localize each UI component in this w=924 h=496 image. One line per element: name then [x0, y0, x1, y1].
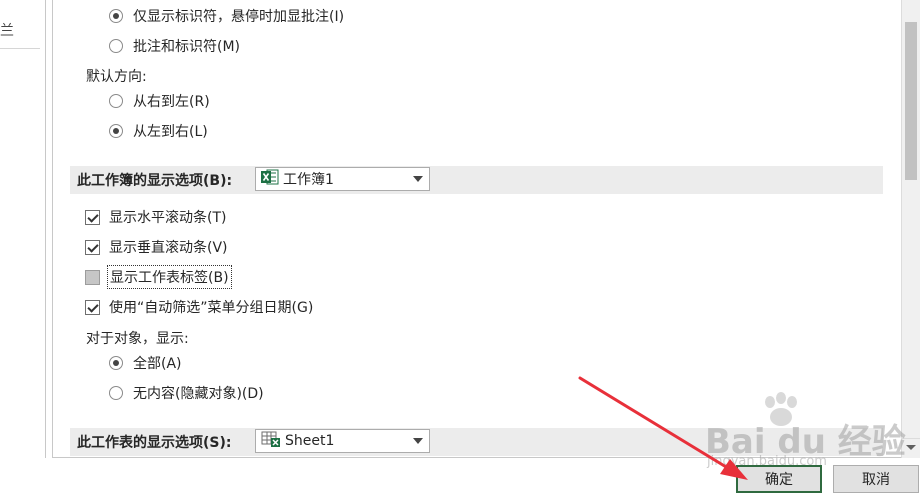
radio-indicator-only[interactable]: 仅显示标识符，悬停时加显批注(I)	[109, 5, 344, 27]
panel-scrollbar[interactable]	[901, 0, 920, 458]
radio-left-to-right-control[interactable]	[109, 124, 123, 138]
radio-objects-none[interactable]: 无内容(隐藏对象)(D)	[109, 382, 264, 404]
nav-divider	[0, 48, 40, 49]
radio-objects-all[interactable]: 全部(A)	[109, 352, 182, 374]
checkbox-sheet-tabs[interactable]: 显示工作表标签(B)	[85, 265, 232, 289]
checkbox-autofilter-group-dates-control[interactable]	[85, 299, 100, 315]
checkbox-horizontal-scrollbar[interactable]: 显示水平滚动条(T)	[85, 206, 226, 228]
radio-left-to-right[interactable]: 从左到右(L)	[109, 120, 208, 142]
radio-indicator-only-control[interactable]	[109, 9, 123, 23]
radio-indicator-only-label: 仅显示标识符，悬停时加显批注(I)	[133, 9, 345, 25]
worksheet-select[interactable]: Sheet1	[255, 429, 430, 453]
nav-item-fragment[interactable]: 兰	[0, 20, 14, 40]
radio-right-to-left-label: 从右到左(R)	[133, 94, 210, 110]
radio-comments-and-indicators[interactable]: 批注和标识符(M)	[109, 35, 240, 57]
chevron-down-icon[interactable]	[413, 176, 423, 182]
excel-sheet-icon	[261, 431, 281, 451]
left-navigation-panel: 兰	[0, 0, 46, 458]
worksheet-display-section-title: 此工作表的显示选项(S):	[77, 435, 232, 451]
chevron-down-icon[interactable]	[413, 438, 423, 444]
checkbox-sheet-tabs-label: 显示工作表标签(B)	[107, 265, 232, 289]
checkbox-autofilter-group-dates-label: 使用“自动筛选”菜单分组日期(G)	[109, 300, 314, 316]
workbook-display-section-title: 此工作簿的显示选项(B):	[77, 173, 233, 189]
radio-left-to-right-label: 从左到右(L)	[133, 124, 208, 140]
direction-heading: 默认方向:	[86, 69, 147, 85]
checkbox-horizontal-scrollbar-control[interactable]	[85, 209, 100, 225]
checkbox-vertical-scrollbar-label: 显示垂直滚动条(V)	[109, 240, 228, 256]
checkbox-autofilter-group-dates[interactable]: 使用“自动筛选”菜单分组日期(G)	[85, 296, 313, 318]
checkbox-horizontal-scrollbar-label: 显示水平滚动条(T)	[109, 210, 227, 226]
baidu-watermark: Bai du 经验 jingyan.baidu.com	[705, 392, 906, 480]
workbook-select-value: 工作簿1	[283, 172, 334, 188]
radio-comments-and-indicators-control[interactable]	[109, 39, 123, 53]
watermark-url: jingyan.baidu.com	[707, 454, 827, 469]
radio-right-to-left-control[interactable]	[109, 94, 123, 108]
workbook-select[interactable]: 工作簿1	[255, 167, 430, 191]
radio-objects-all-label: 全部(A)	[133, 356, 182, 372]
scrollbar-thumb[interactable]	[905, 22, 917, 180]
radio-comments-and-indicators-label: 批注和标识符(M)	[133, 39, 241, 55]
excel-workbook-icon	[261, 169, 279, 189]
radio-objects-all-control[interactable]	[109, 356, 123, 370]
radio-objects-none-control[interactable]	[109, 386, 123, 400]
workbook-display-section-header: 此工作簿的显示选项(B):	[70, 166, 883, 194]
worksheet-select-value: Sheet1	[285, 433, 335, 449]
radio-right-to-left[interactable]: 从右到左(R)	[109, 90, 210, 112]
checkbox-sheet-tabs-control[interactable]	[85, 269, 100, 285]
checkbox-vertical-scrollbar-control[interactable]	[85, 239, 100, 255]
objects-heading: 对于对象，显示:	[86, 331, 189, 347]
radio-objects-none-label: 无内容(隐藏对象)(D)	[133, 386, 264, 402]
checkbox-vertical-scrollbar[interactable]: 显示垂直滚动条(V)	[85, 236, 228, 258]
